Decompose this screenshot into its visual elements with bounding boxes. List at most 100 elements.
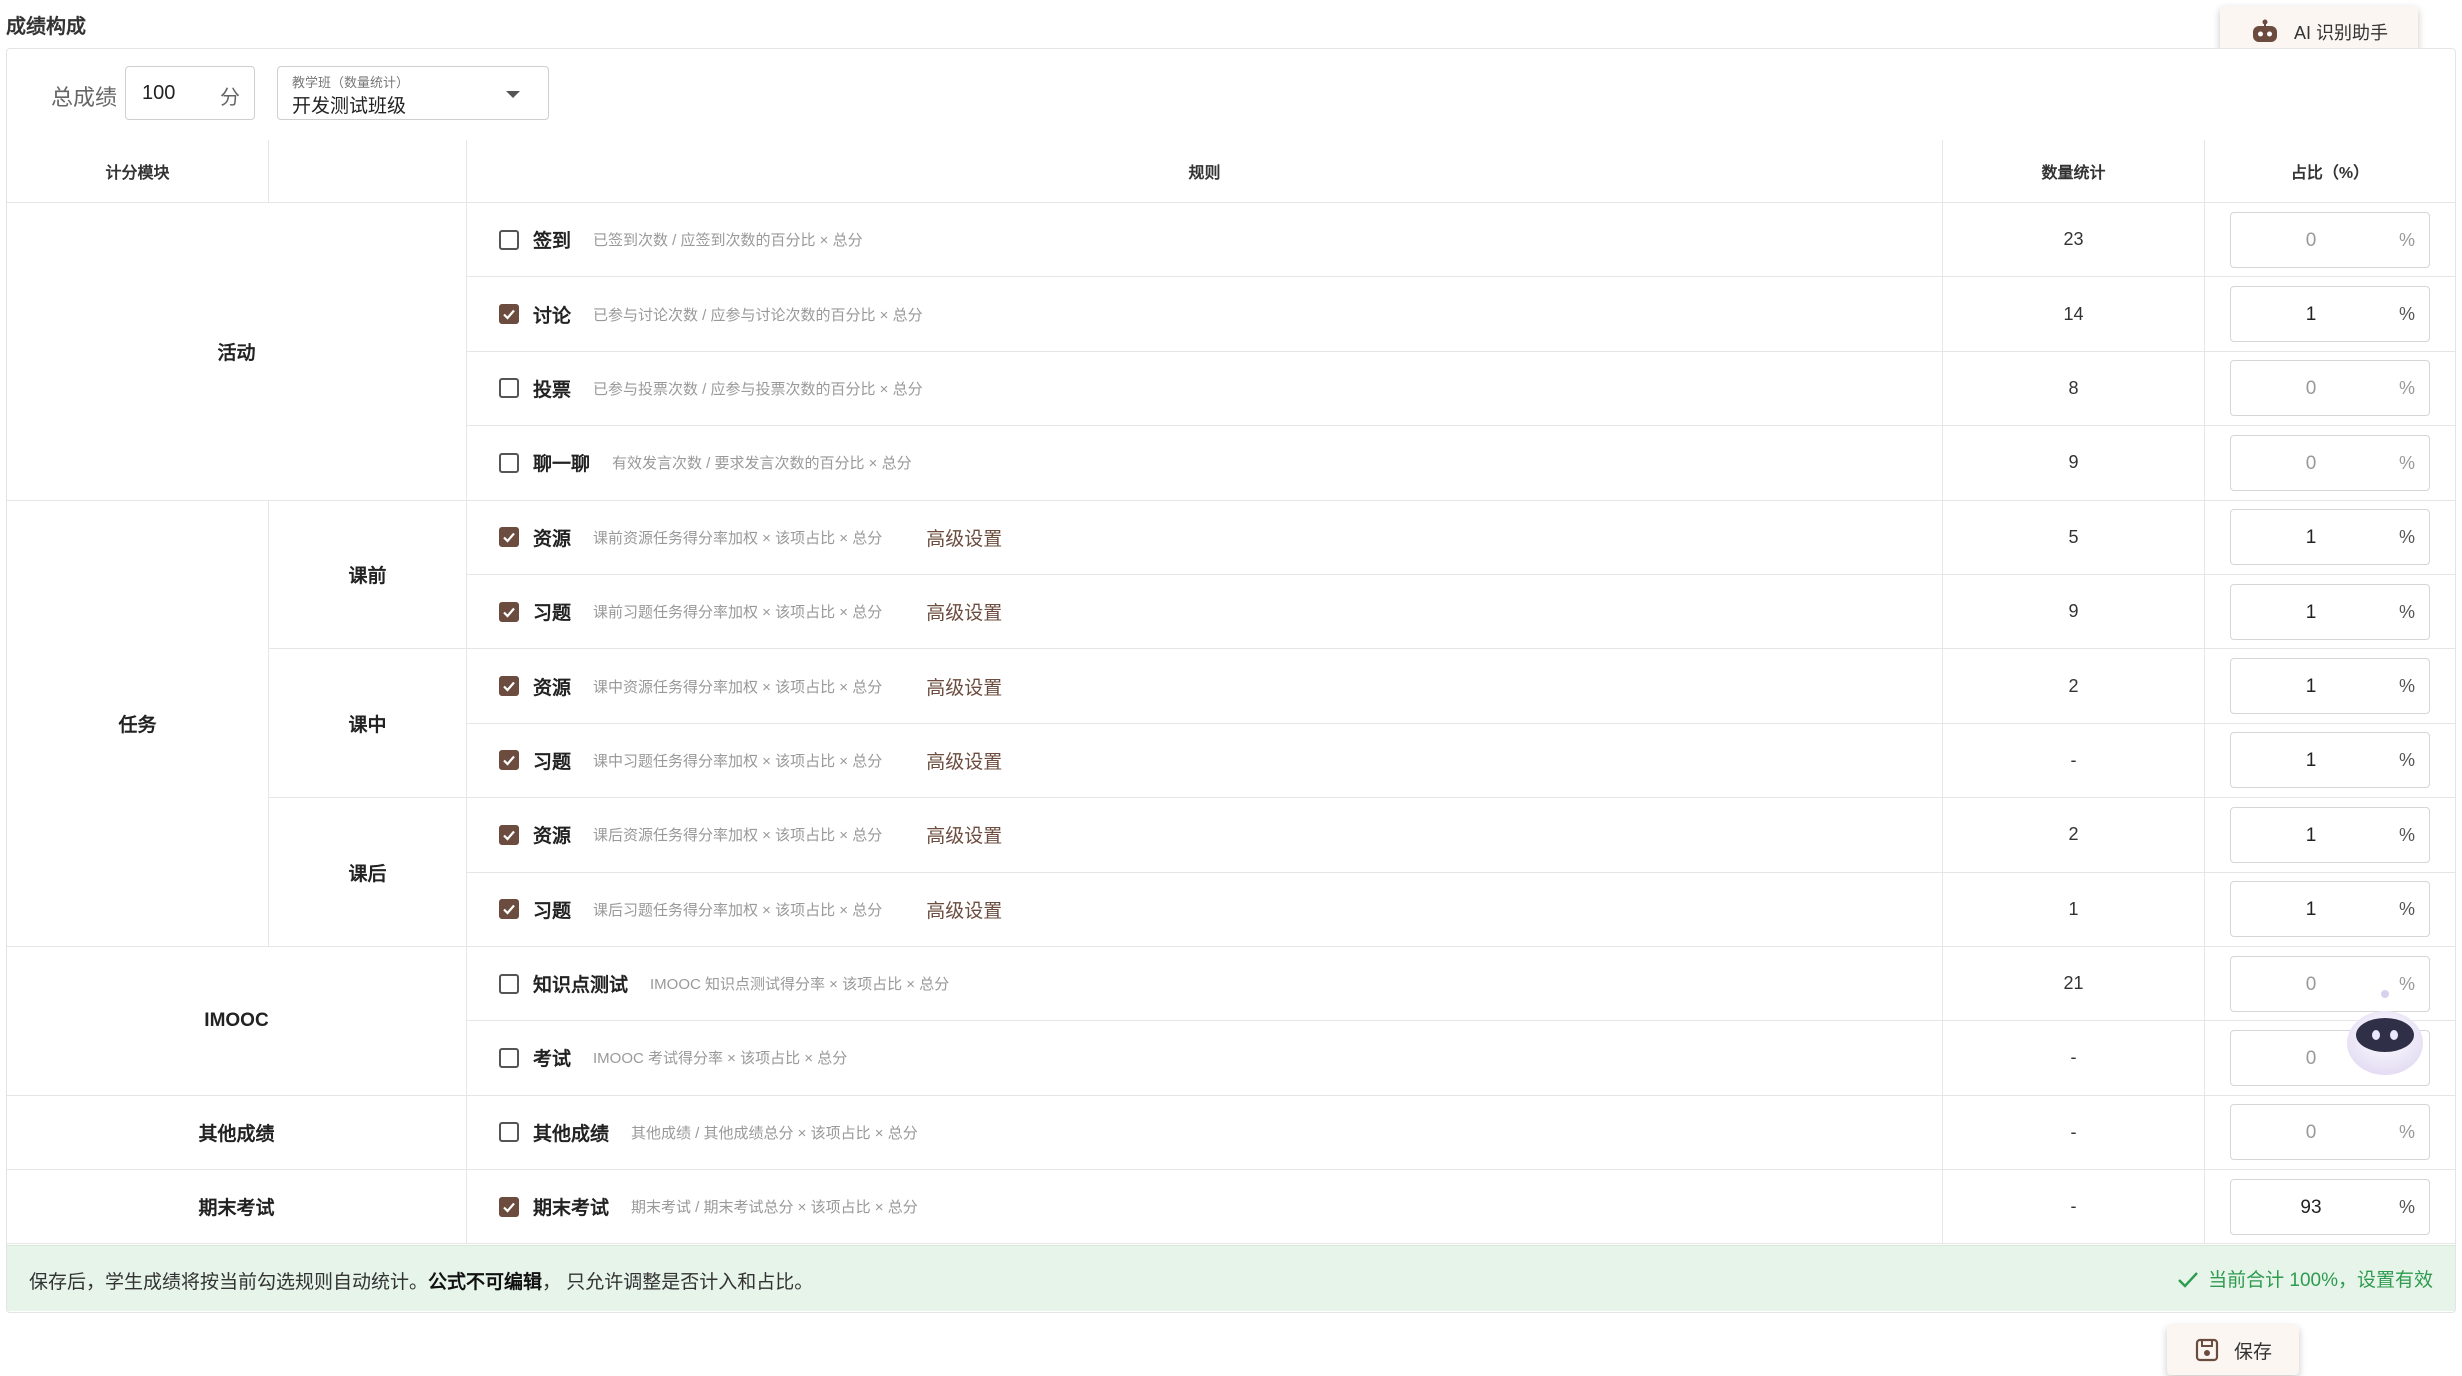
class-select[interactable]: 教学班（数量统计） 开发测试班级 xyxy=(277,66,549,120)
ratio-input[interactable]: 1% xyxy=(2230,806,2430,863)
rule-name: 签到 xyxy=(533,231,572,253)
rule-formula: 已签到次数 / 应签到次数的百分比 × 总分 xyxy=(593,232,863,250)
ratio-value: 0 xyxy=(2305,1122,2317,1144)
ratio-unit: % xyxy=(2398,229,2415,250)
rule-checkbox[interactable] xyxy=(499,824,519,845)
subgroup-post-class: 课后 xyxy=(269,798,467,947)
ratio-input[interactable]: 0% xyxy=(2230,1104,2430,1161)
ratio-cell: 0% xyxy=(2205,426,2455,501)
ratio-value: 0 xyxy=(2305,229,2317,251)
rule-checkbox[interactable] xyxy=(499,452,519,473)
rule-checkbox[interactable] xyxy=(499,899,519,920)
ratio-unit: % xyxy=(2398,824,2415,845)
table-row: 期末考试 期末考试 / 期末考试总分 × 该项占比 × 总分 xyxy=(467,1170,1943,1245)
ratio-cell: 0% xyxy=(2205,352,2455,427)
rule-checkbox[interactable] xyxy=(499,527,519,548)
rule-name: 资源 xyxy=(533,528,572,550)
table-row: 资源 课中资源任务得分率加权 × 该项占比 × 总分 高级设置 xyxy=(467,649,1943,724)
rule-checkbox[interactable] xyxy=(499,229,519,250)
table-row: 资源 课后资源任务得分率加权 × 该项占比 × 总分 高级设置 xyxy=(467,798,1943,873)
scoring-table: 计分模块 规则 数量统计 占比（%） 活动 任务 课前 课中 课后 IMOOC … xyxy=(7,140,2455,1245)
rule-checkbox[interactable] xyxy=(499,1196,519,1217)
ratio-value: 1 xyxy=(2305,601,2317,623)
count-value: 23 xyxy=(1943,203,2205,278)
save-icon xyxy=(2195,1338,2219,1362)
rule-name: 投票 xyxy=(533,379,572,401)
count-value: - xyxy=(1943,1095,2205,1171)
save-button[interactable]: 保存 xyxy=(2167,1325,2299,1375)
advanced-settings-link[interactable]: 高级设置 xyxy=(926,747,1002,774)
ratio-cell: 0% xyxy=(2205,1096,2455,1171)
rule-checkbox[interactable] xyxy=(499,1122,519,1143)
rule-formula: 课前资源任务得分率加权 × 该项占比 × 总分 xyxy=(593,529,883,547)
ratio-unit: % xyxy=(2398,452,2415,473)
header-submodule xyxy=(269,140,467,203)
count-value: 2 xyxy=(1943,649,2205,724)
total-score-input[interactable]: 100 分 xyxy=(125,66,255,120)
ratio-value: 1 xyxy=(2305,304,2317,326)
rule-name: 习题 xyxy=(533,603,572,625)
advanced-settings-link[interactable]: 高级设置 xyxy=(926,673,1002,700)
table-row: 知识点测试 IMOOC 知识点测试得分率 × 该项占比 × 总分 xyxy=(467,946,1943,1022)
ratio-value: 0 xyxy=(2305,378,2317,400)
group-imooc: IMOOC xyxy=(7,946,467,1096)
rule-checkbox[interactable] xyxy=(499,676,519,697)
ratio-unit: % xyxy=(2398,601,2415,622)
rule-formula: 其他成绩 / 其他成绩总分 × 该项占比 × 总分 xyxy=(631,1124,918,1142)
rule-formula: 课后习题任务得分率加权 × 该项占比 × 总分 xyxy=(593,901,883,919)
rule-formula: 期末考试 / 期末考试总分 × 该项占比 × 总分 xyxy=(631,1199,918,1217)
notice-text-bold: 公式不可编辑 xyxy=(428,1272,543,1293)
ratio-input[interactable]: 1% xyxy=(2230,509,2430,566)
ratio-cell: 93% xyxy=(2205,1170,2455,1245)
rule-checkbox[interactable] xyxy=(499,601,519,622)
controls-bar: 总成绩 100 分 教学班（数量统计） 开发测试班级 xyxy=(7,49,2455,141)
checkmark-icon xyxy=(503,904,515,915)
ratio-input[interactable]: 1% xyxy=(2230,286,2430,343)
rule-checkbox[interactable] xyxy=(499,378,519,399)
notice-status-text: 当前合计 100%，设置有效 xyxy=(2208,1270,2433,1291)
notice-bar: 保存后，学生成绩将按当前勾选规则自动统计。公式不可编辑， 只允许调整是否计入和占… xyxy=(7,1245,2455,1311)
rule-checkbox[interactable] xyxy=(499,1047,519,1068)
advanced-settings-link[interactable]: 高级设置 xyxy=(926,524,1002,551)
ratio-input[interactable]: 0% xyxy=(2230,211,2430,268)
header-module: 计分模块 xyxy=(7,140,269,203)
advanced-settings-link[interactable]: 高级设置 xyxy=(926,598,1002,625)
ratio-unit: % xyxy=(2398,676,2415,697)
rule-checkbox[interactable] xyxy=(499,304,519,325)
rule-name: 期末考试 xyxy=(533,1198,610,1220)
advanced-settings-link[interactable]: 高级设置 xyxy=(926,896,1002,923)
ratio-cell: 1% xyxy=(2205,798,2455,873)
ratio-input[interactable]: 1% xyxy=(2230,583,2430,640)
count-value: - xyxy=(1943,1170,2205,1245)
ratio-input[interactable]: 0% xyxy=(2230,434,2430,491)
table-row: 讨论 已参与讨论次数 / 应参与讨论次数的百分比 × 总分 xyxy=(467,277,1943,352)
rule-checkbox[interactable] xyxy=(499,750,519,771)
advanced-settings-link[interactable]: 高级设置 xyxy=(926,821,1002,848)
ratio-input[interactable]: 1% xyxy=(2230,881,2430,938)
rule-checkbox[interactable] xyxy=(499,973,519,994)
ratio-input[interactable]: 1% xyxy=(2230,658,2430,715)
robot-assistant-icon[interactable] xyxy=(2340,988,2430,1078)
count-value: - xyxy=(1943,723,2205,799)
rule-name: 讨论 xyxy=(533,305,572,327)
total-score-unit: 分 xyxy=(220,87,240,109)
ratio-input[interactable]: 93% xyxy=(2230,1178,2430,1235)
table-row: 考试 IMOOC 考试得分率 × 该项占比 × 总分 xyxy=(467,1021,1943,1096)
grade-composition-panel: 总成绩 100 分 教学班（数量统计） 开发测试班级 计分模块 规则 数量统计 … xyxy=(6,48,2456,1313)
check-icon xyxy=(2178,1271,2199,1288)
ratio-input[interactable]: 0% xyxy=(2230,360,2430,417)
save-button-label: 保存 xyxy=(2233,1341,2272,1363)
notice-text: 保存后，学生成绩将按当前勾选规则自动统计。公式不可编辑， 只允许调整是否计入和占… xyxy=(29,1267,813,1294)
notice-text-before: 保存后，学生成绩将按当前勾选规则自动统计。 xyxy=(29,1272,429,1293)
rule-formula: IMOOC 知识点测试得分率 × 该项占比 × 总分 xyxy=(650,976,950,994)
page-title: 成绩构成 xyxy=(6,16,86,38)
ratio-input[interactable]: 1% xyxy=(2230,732,2430,789)
ratio-unit: % xyxy=(2398,750,2415,771)
total-score-value: 100 xyxy=(142,82,176,104)
notice-text-after: ， 只允许调整是否计入和占比。 xyxy=(542,1272,814,1293)
group-task: 任务 xyxy=(7,500,269,947)
rule-name: 资源 xyxy=(533,826,572,848)
table-row: 习题 课后习题任务得分率加权 × 该项占比 × 总分 高级设置 xyxy=(467,872,1943,947)
ratio-cell: 0% xyxy=(2205,203,2455,278)
ratio-cell: 1% xyxy=(2205,501,2455,575)
